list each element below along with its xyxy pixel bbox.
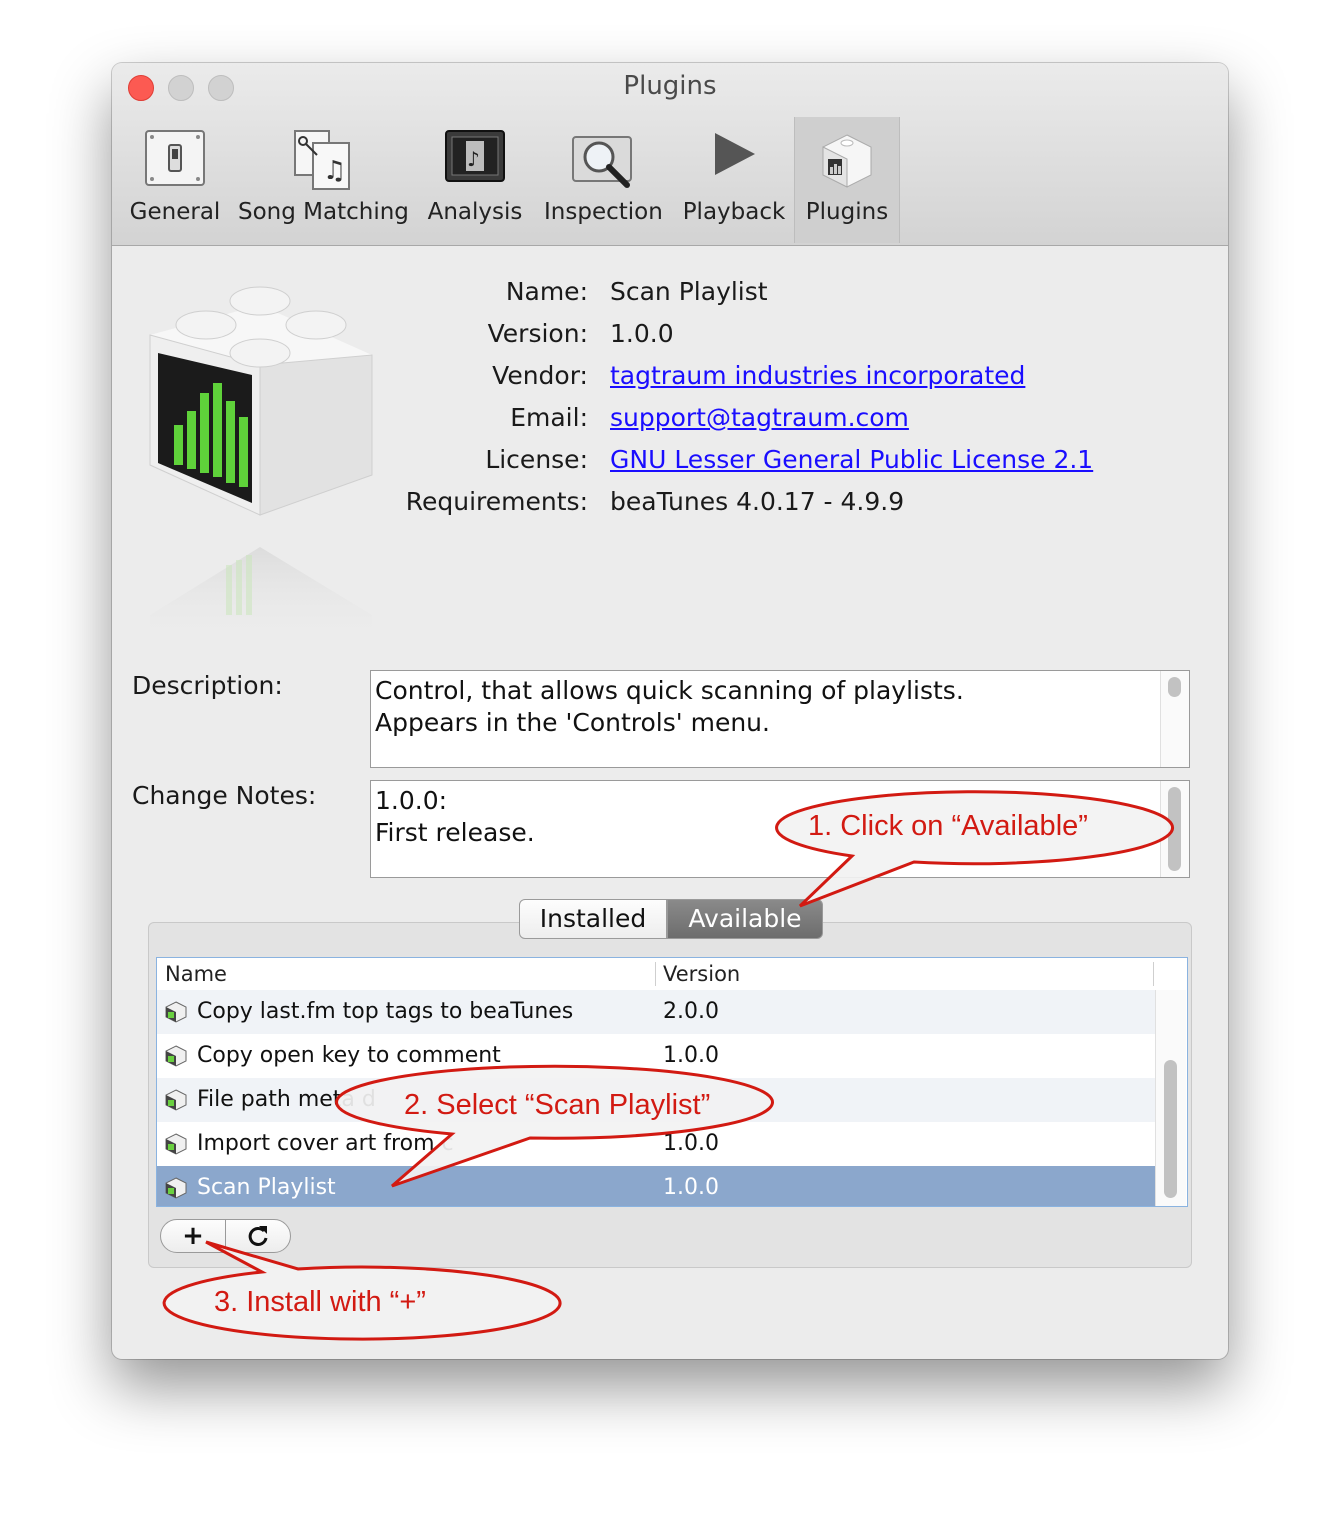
callout-bubble-1 (775, 790, 1175, 908)
callout-step-3: 3. Install with “+” (214, 1286, 426, 1318)
callout-overlay (162, 790, 1175, 1341)
callout-step-2: 2. Select “Scan Playlist” (404, 1089, 711, 1121)
callout-step-1: 1. Click on “Available” (808, 810, 1088, 842)
callout-bubble-2 (335, 1064, 774, 1188)
